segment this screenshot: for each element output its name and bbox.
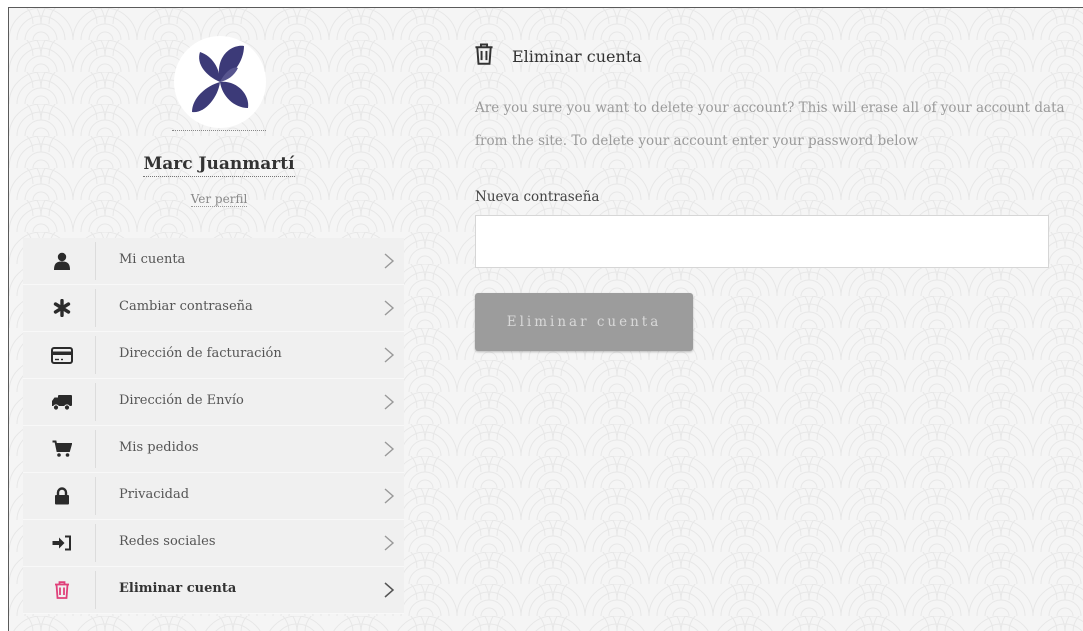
- cart-icon: [51, 439, 73, 459]
- menu-separator: [95, 242, 96, 280]
- delete-account-button[interactable]: Eliminar cuenta: [475, 293, 693, 351]
- menu-item-label: Redes sociales: [119, 534, 216, 549]
- user-name[interactable]: Marc Juanmartí: [109, 154, 329, 177]
- leaf-logo-icon: [192, 45, 249, 113]
- menu-item-label: Dirección de facturación: [119, 346, 282, 361]
- menu-item-shipping-address[interactable]: Dirección de Envío: [23, 379, 404, 426]
- chevron-right-icon: [384, 582, 395, 598]
- menu-item-label: Eliminar cuenta: [119, 581, 237, 596]
- menu-separator: [95, 336, 96, 374]
- menu-item-label: Privacidad: [119, 487, 190, 502]
- chevron-right-icon: [384, 253, 395, 269]
- menu-item-billing-address[interactable]: Dirección de facturación: [23, 332, 404, 379]
- avatar-divider: [172, 130, 266, 131]
- menu-item-my-orders[interactable]: Mis pedidos: [23, 426, 404, 473]
- menu-item-social-networks[interactable]: Redes sociales: [23, 520, 404, 567]
- menu-item-label: Dirección de Envío: [119, 393, 244, 408]
- menu-separator: [95, 571, 96, 609]
- menu-separator: [95, 430, 96, 468]
- view-profile-link[interactable]: Ver perfil: [109, 192, 329, 207]
- menu-separator: [95, 524, 96, 562]
- menu-item-delete-account[interactable]: Eliminar cuenta: [23, 567, 404, 614]
- menu-item-privacy[interactable]: Privacidad: [23, 473, 404, 520]
- chevron-right-icon: [384, 535, 395, 551]
- avatar[interactable]: [174, 36, 266, 128]
- chevron-right-icon: [384, 347, 395, 363]
- password-input[interactable]: [475, 215, 1049, 268]
- menu-item-my-account[interactable]: Mi cuenta: [23, 238, 404, 285]
- chevron-right-icon: [384, 394, 395, 410]
- menu-separator: [95, 289, 96, 327]
- trash-icon: [51, 580, 73, 600]
- chevron-right-icon: [384, 300, 395, 316]
- lock-icon: [51, 486, 73, 506]
- credit-card-icon: [51, 345, 73, 365]
- delete-warning-text: Are you sure you want to delete your acc…: [475, 100, 1065, 149]
- menu-item-label: Cambiar contraseña: [119, 299, 253, 314]
- sign-in-icon: [51, 533, 73, 553]
- account-menu: Mi cuenta Cambiar contraseña Dirección d…: [23, 238, 404, 614]
- menu-separator: [95, 477, 96, 515]
- user-icon: [51, 251, 73, 271]
- asterisk-icon: [51, 298, 73, 318]
- account-settings-page: Marc Juanmartí Ver perfil Mi cuenta Camb…: [8, 7, 1083, 631]
- trash-icon: [475, 43, 493, 65]
- chevron-right-icon: [384, 488, 395, 504]
- chevron-right-icon: [384, 441, 395, 457]
- menu-item-change-password[interactable]: Cambiar contraseña: [23, 285, 404, 332]
- page-title: Eliminar cuenta: [512, 47, 642, 66]
- menu-separator: [95, 383, 96, 421]
- menu-item-label: Mi cuenta: [119, 252, 186, 267]
- truck-icon: [51, 392, 73, 412]
- password-label: Nueva contraseña: [475, 189, 600, 205]
- menu-item-label: Mis pedidos: [119, 440, 199, 455]
